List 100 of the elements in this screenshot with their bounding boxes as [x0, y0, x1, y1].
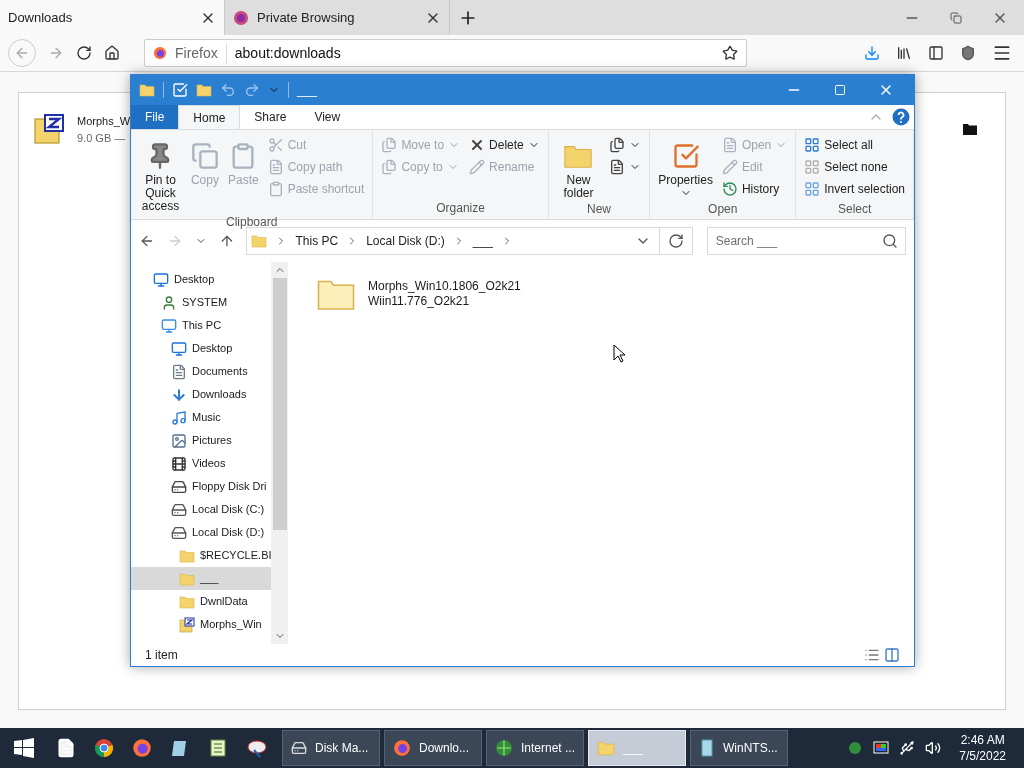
mouse-cursor-icon: [613, 344, 625, 363]
chrome-icon[interactable]: [94, 738, 114, 758]
taskbar-button[interactable]: Disk Ma...: [282, 730, 380, 766]
refresh-icon[interactable]: [667, 233, 684, 249]
select-all-icon: [804, 137, 821, 153]
tree-item[interactable]: Morphs_Win: [131, 613, 271, 636]
ribbon-button[interactable]: New folder: [552, 134, 605, 200]
floppy-drive-icon: [171, 478, 187, 495]
reload-icon[interactable]: [76, 45, 92, 61]
windows-logo-icon[interactable]: [14, 738, 34, 758]
taskbar-button[interactable]: WinNTS...: [690, 730, 788, 766]
path-icon: [267, 159, 284, 175]
folder-icon: [597, 739, 615, 757]
document-icon[interactable]: [56, 738, 76, 758]
download-icon[interactable]: [864, 45, 880, 61]
tree-item[interactable]: Music: [131, 406, 271, 429]
tree-item[interactable]: SYSTEM: [131, 291, 271, 314]
ribbon-button[interactable]: Properties: [654, 134, 717, 199]
breadcrumb[interactable]: ___: [472, 232, 493, 250]
ribbon-button[interactable]: Delete: [465, 134, 544, 156]
clock-date[interactable]: 7/5/2022: [959, 748, 1006, 764]
status-text: 1 item: [145, 647, 178, 664]
ribbon-tab[interactable]: Share: [240, 105, 301, 129]
tree-item[interactable]: Local Disk (C:): [131, 498, 271, 521]
details-view-icon[interactable]: [864, 647, 880, 663]
sidebar-icon[interactable]: [928, 45, 944, 61]
ribbon-button[interactable]: Select all: [800, 134, 909, 156]
help-icon[interactable]: [892, 108, 910, 126]
address-bar[interactable]: This PC Local Disk (D:) ___: [246, 227, 693, 255]
folder-icon: [179, 593, 195, 610]
group-label: New: [585, 201, 612, 218]
tree-item[interactable]: Local Disk (D:): [131, 521, 271, 544]
breadcrumb[interactable]: This PC: [295, 232, 339, 250]
tree-item[interactable]: Desktop: [131, 337, 271, 360]
open-icon: [721, 137, 738, 153]
copy-icon: [381, 159, 398, 175]
tree-item[interactable]: DwnlData: [131, 590, 271, 613]
file-name: Wiin11.776_O2k21: [368, 294, 471, 309]
taskbar-button[interactable]: Downlo...: [384, 730, 482, 766]
drive-icon: [171, 501, 187, 518]
bookmark-star-icon[interactable]: [722, 45, 738, 61]
display-icon[interactable]: [873, 740, 890, 756]
ribbon-button[interactable]: Invert selection: [800, 178, 909, 200]
properties-icon[interactable]: [172, 82, 188, 98]
taskbar-button[interactable]: Internet ...: [486, 730, 584, 766]
desktop-icon: [171, 340, 187, 357]
search-icon: [882, 233, 898, 249]
browser-tab[interactable]: Downloads: [0, 0, 225, 35]
document-icon: [171, 363, 187, 380]
usb-icon[interactable]: [899, 740, 916, 756]
archive-icon: [179, 616, 195, 633]
address-bar[interactable]: Firefox about:downloads: [144, 39, 747, 67]
tree-item[interactable]: Floppy Disk Dri: [131, 475, 271, 498]
library-icon[interactable]: [896, 45, 912, 61]
drive-icon: [171, 524, 187, 541]
tree-item[interactable]: This PC: [131, 314, 271, 337]
invert-selection-icon: [804, 181, 821, 197]
paint-icon[interactable]: [246, 738, 268, 758]
select-none-icon: [804, 159, 821, 175]
tree-item[interactable]: Videos: [131, 452, 271, 475]
window-title: ___: [297, 82, 318, 99]
maximize-icon[interactable]: [834, 84, 846, 96]
move-icon: [381, 137, 398, 153]
ribbon-button[interactable]: History: [717, 178, 792, 200]
scrollbar[interactable]: [271, 262, 288, 644]
ribbon-tab[interactable]: View: [300, 105, 355, 129]
muted-speaker-icon[interactable]: [925, 740, 942, 756]
tree-item[interactable]: ___: [131, 567, 271, 590]
rename-icon: [469, 159, 486, 175]
search-field[interactable]: Search ___: [706, 227, 906, 255]
ribbon-tab[interactable]: Home: [178, 105, 241, 129]
ribbon-button[interactable]: Select none: [800, 156, 909, 178]
back-icon[interactable]: [139, 233, 155, 249]
private-browsing-icon: [233, 9, 249, 26]
download-detail: 9.0 GB —: [77, 130, 127, 146]
tree-item[interactable]: Downloads: [131, 383, 271, 406]
copy-icon: [190, 142, 219, 170]
shield-icon[interactable]: [960, 45, 976, 61]
file-item[interactable]: Morphs_Win10.1806_O2k21 Wiin11.776_O2k21: [316, 274, 546, 314]
ribbon-button[interactable]: Pin to Quick access: [135, 134, 186, 213]
tree-item[interactable]: Desktop: [131, 268, 271, 291]
folder-icon: [196, 82, 212, 98]
breadcrumb[interactable]: Local Disk (D:): [366, 232, 445, 250]
scroll-thumb[interactable]: [272, 278, 287, 530]
restore-icon[interactable]: [950, 11, 962, 24]
download-icon: [171, 386, 187, 403]
tree-item[interactable]: Documents: [131, 360, 271, 383]
group-label: Organize: [435, 200, 486, 217]
ribbon-tab[interactable]: File: [131, 105, 179, 129]
home-icon[interactable]: [104, 45, 120, 61]
tree-item[interactable]: $RECYCLE.BI: [131, 544, 271, 567]
scissors-icon: [267, 137, 284, 153]
tree-item[interactable]: Pictures: [131, 429, 271, 452]
large-icons-view-icon[interactable]: [884, 647, 900, 663]
spreadsheet-icon[interactable]: [208, 738, 228, 758]
group-label: Select: [836, 201, 873, 218]
folder-icon[interactable]: [963, 123, 977, 135]
menu-icon[interactable]: [992, 43, 1012, 63]
drive-icon: [291, 740, 307, 756]
clock-time[interactable]: 2:46 AM: [960, 732, 1005, 748]
